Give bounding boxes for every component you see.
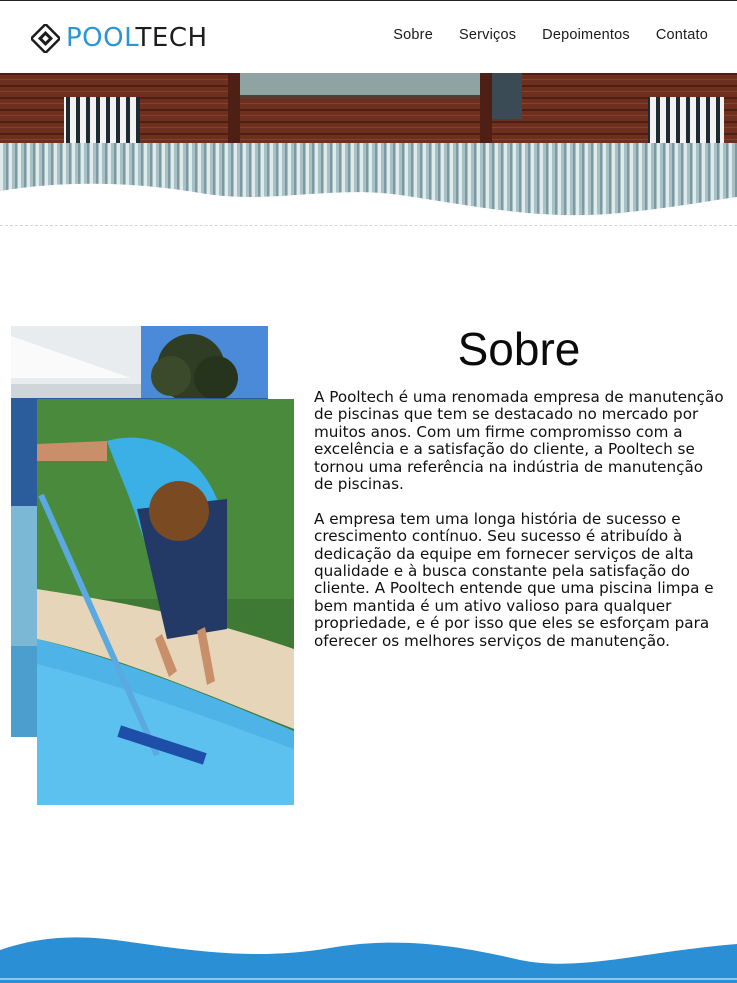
footer-wave — [0, 937, 737, 983]
logo-text-pool: POOL — [66, 23, 136, 53]
logo-text-tech: TECH — [135, 23, 208, 53]
section-divider — [0, 225, 737, 226]
diamond-logo-icon — [31, 23, 60, 53]
pool-cleaning-photo — [37, 399, 294, 805]
nav-link-servicos[interactable]: Serviços — [459, 27, 516, 43]
nav-link-depoimentos[interactable]: Depoimentos — [542, 27, 630, 43]
about-paragraph-1: A Pooltech é uma renomada empresa de man… — [314, 388, 724, 494]
site-header: POOLTECH Sobre Serviços Depoimentos Cont… — [0, 1, 737, 73]
about-title: Sobre — [457, 323, 581, 375]
about-paragraph-2: A empresa tem uma longa história de suce… — [314, 509, 714, 650]
nav-link-sobre[interactable]: Sobre — [393, 27, 433, 43]
hero-banner — [0, 73, 737, 225]
main-nav: Sobre Serviços Depoimentos Contato — [367, 27, 708, 43]
logo[interactable]: POOLTECH — [31, 22, 208, 54]
about-body: A Pooltech é uma renomada empresa de man… — [314, 388, 726, 667]
nav-link-contato[interactable]: Contato — [656, 27, 708, 43]
hero-image — [0, 73, 737, 225]
logo-text: POOLTECH — [66, 25, 208, 51]
